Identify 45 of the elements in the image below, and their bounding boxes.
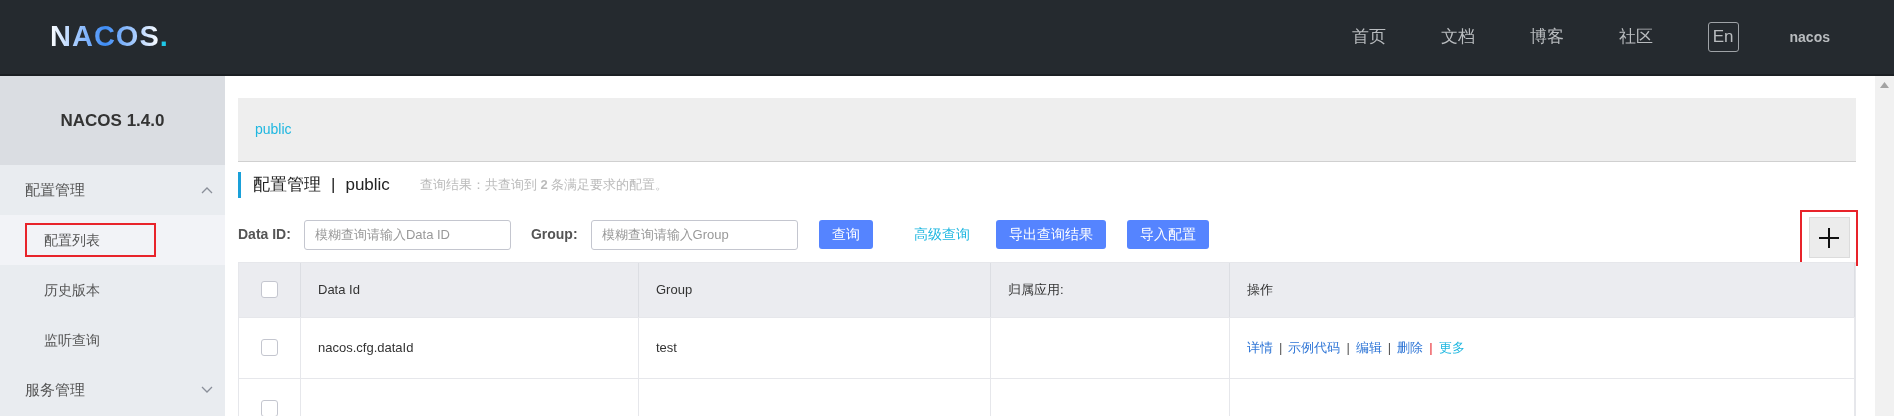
nav-link[interactable]: 社区 [1618, 24, 1653, 50]
action-button[interactable]: 查询 [818, 220, 873, 249]
action-button[interactable]: 导入配置 [1126, 220, 1209, 249]
filter-label: Data ID: [238, 225, 291, 244]
table-cell-text: test [656, 338, 677, 357]
result-summary: 查询结果：共查询到 2 条满足要求的配置。 [419, 176, 669, 194]
link-divider: | [1279, 338, 1283, 357]
row-action-link[interactable]: 详情 [1247, 337, 1273, 358]
chevron-up-icon [201, 186, 213, 194]
link-divider: | [1346, 338, 1350, 357]
table-cell-text: nacos.cfg.dataId [318, 338, 414, 357]
sidebar-item[interactable]: 配置列表 [0, 215, 225, 265]
user-name[interactable]: nacos [1789, 26, 1830, 48]
language-toggle[interactable]: En [1707, 22, 1739, 52]
row-action-link[interactable]: 删除 [1397, 337, 1424, 358]
column-header: 操作 [1230, 262, 1855, 317]
scroll-up-icon [1880, 82, 1889, 88]
add-button[interactable] [1808, 217, 1850, 258]
sidebar-item[interactable]: 监听查询 [0, 315, 225, 365]
version-title: NACOS 1.4.0 [60, 109, 165, 132]
checkbox[interactable] [261, 400, 278, 416]
column-header: Data Id [301, 262, 639, 317]
column-header: Group [639, 262, 991, 317]
checkbox[interactable] [261, 281, 278, 298]
row-action-link[interactable]: 编辑 [1355, 337, 1382, 358]
namespace-title: public [345, 174, 390, 196]
title-separator: | [331, 174, 336, 196]
nav-link[interactable]: 博客 [1529, 24, 1564, 50]
filter-field[interactable]: 模糊查询请输入Data ID [303, 219, 511, 250]
chevron-down-icon [201, 386, 213, 394]
filter-label: Group: [530, 225, 578, 244]
plus-icon [1818, 226, 1840, 249]
sidebar-item[interactable]: 历史版本 [0, 265, 225, 315]
sidebar-group[interactable]: 服务管理 [0, 365, 225, 415]
nav-link[interactable]: 文档 [1440, 24, 1475, 50]
filter-field[interactable]: 模糊查询请输入Group [590, 219, 798, 250]
link-divider: | [1387, 338, 1392, 357]
checkbox[interactable] [261, 339, 278, 356]
link-divider: | [1429, 338, 1433, 357]
action-button[interactable]: 导出查询结果 [995, 220, 1106, 249]
nav-link[interactable]: 首页 [1351, 24, 1386, 50]
row-action-link[interactable]: 示例代码 [1288, 337, 1341, 358]
sidebar-group[interactable]: 配置管理 [0, 165, 225, 215]
column-header: 归属应用: [991, 262, 1230, 317]
page-title: 配置管理 [253, 174, 321, 196]
